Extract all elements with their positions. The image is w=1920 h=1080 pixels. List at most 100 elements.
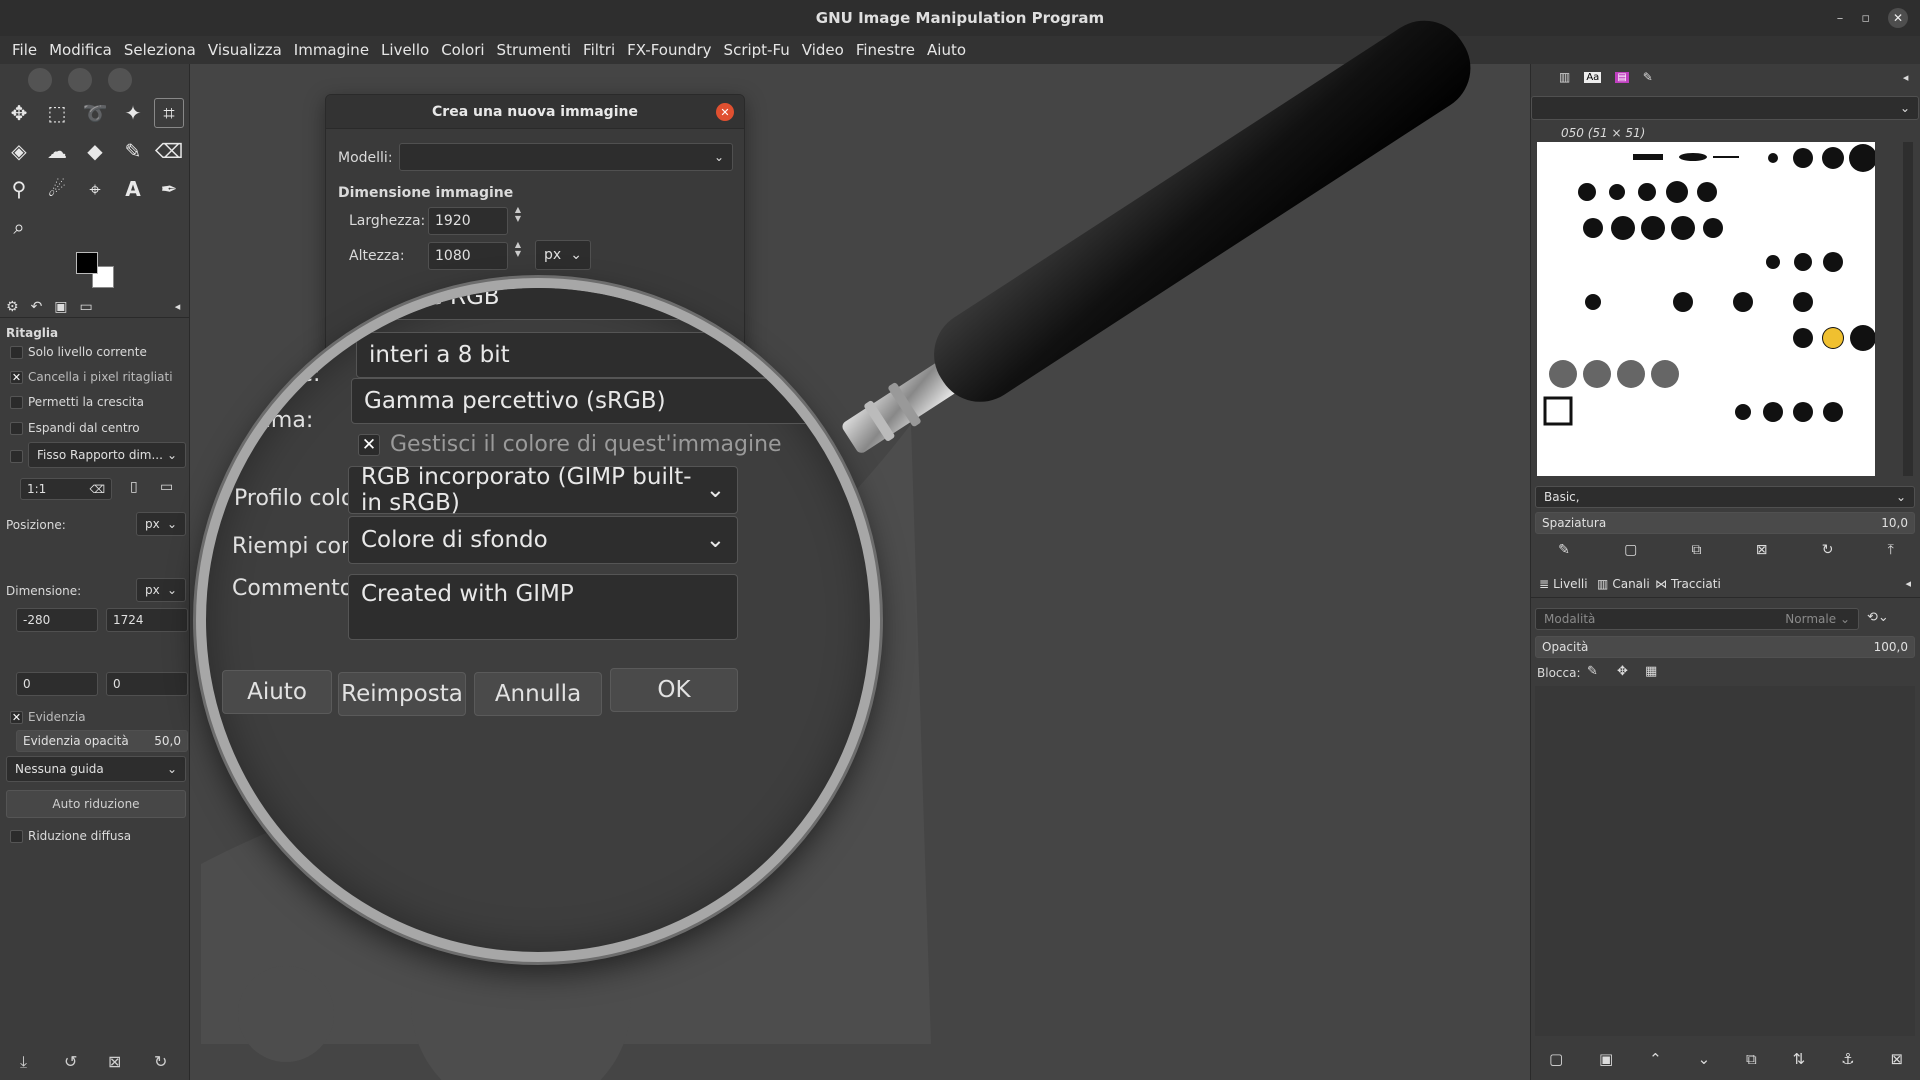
- close-window-button[interactable]: ✕: [1888, 8, 1908, 28]
- duplicate-brush-icon[interactable]: ⧉: [1692, 542, 1702, 564]
- zoom-tool-icon[interactable]: ⌕: [4, 212, 34, 242]
- merge-layer-icon[interactable]: ⇅: [1793, 1050, 1806, 1074]
- gamma-field[interactable]: Gamma percettivo (sRGB): [351, 378, 870, 424]
- width-input[interactable]: 1920: [428, 207, 508, 235]
- brush-grid[interactable]: [1537, 142, 1877, 476]
- tab-layers[interactable]: ≣ Livelli: [1539, 577, 1588, 591]
- only-current-layer-checkbox[interactable]: [10, 346, 23, 359]
- dialog-close-button[interactable]: ✕: [716, 103, 734, 121]
- smudge-tool-icon[interactable]: ☄: [42, 174, 72, 204]
- fill-dropdown[interactable]: Colore di sfondo ⌄: [348, 516, 738, 564]
- brush-scrollbar[interactable]: [1903, 142, 1913, 476]
- highlight-checkbox[interactable]: ✕: [10, 711, 23, 724]
- size-unit-dropdown[interactable]: px ⌄: [136, 578, 186, 602]
- cancel-button[interactable]: Annulla: [474, 672, 602, 716]
- lower-layer-icon[interactable]: ⌄: [1698, 1050, 1711, 1074]
- layers-list[interactable]: [1535, 686, 1915, 1036]
- size-w-field[interactable]: 0: [16, 672, 98, 696]
- new-brush-icon[interactable]: ▢: [1624, 542, 1637, 564]
- restore-options-icon[interactable]: ↺: [64, 1052, 77, 1071]
- layer-opacity-slider[interactable]: Opacità 100,0: [1535, 636, 1915, 658]
- clear-icon[interactable]: ⌫: [89, 483, 105, 496]
- reset-button[interactable]: Reimposta: [338, 672, 466, 716]
- menu-script-fu[interactable]: Script-Fu: [718, 41, 796, 59]
- delete-cropped-checkbox[interactable]: ✕: [10, 371, 23, 384]
- raise-layer-icon[interactable]: ⌃: [1649, 1050, 1662, 1074]
- guides-dropdown[interactable]: Nessuna guida ⌄: [6, 756, 186, 782]
- lock-position-icon[interactable]: ✥: [1617, 664, 1628, 679]
- new-layer-icon[interactable]: ▢: [1549, 1050, 1563, 1074]
- eraser-tool-icon[interactable]: ⌫: [154, 136, 184, 166]
- clone-tool-icon[interactable]: ⚲: [4, 174, 34, 204]
- delete-layer-icon[interactable]: ⊠: [1890, 1050, 1903, 1074]
- tab-channels[interactable]: ▥ Canali: [1597, 577, 1650, 591]
- free-select-tool-icon[interactable]: ➰: [80, 98, 110, 128]
- help-button[interactable]: Aiuto: [222, 670, 332, 714]
- paintbrush-tab-icon[interactable]: ✎: [1643, 70, 1653, 84]
- layer-mode-dropdown[interactable]: Modalità Normale ⌄: [1535, 608, 1859, 630]
- dock-menu-icon[interactable]: ◂: [1905, 577, 1911, 590]
- fixed-ratio-dropdown[interactable]: Fisso Rapporto dim... ⌄: [28, 442, 186, 468]
- open-brush-icon[interactable]: ⤒: [1888, 542, 1894, 564]
- tab-paths[interactable]: ⋈ Tracciati: [1655, 577, 1721, 591]
- profile-dropdown[interactable]: RGB incorporato (GIMP built-in sRGB) ⌄: [348, 464, 738, 516]
- menu-seleziona[interactable]: Seleziona: [118, 41, 202, 59]
- spacing-slider[interactable]: Spaziatura 10,0: [1535, 512, 1915, 534]
- paintbrush-tool-icon[interactable]: ✎: [118, 136, 148, 166]
- fuzzy-select-tool-icon[interactable]: ✦: [118, 98, 148, 128]
- transform-tool-icon[interactable]: ◈: [4, 136, 34, 166]
- delete-brush-icon[interactable]: ⊠: [1756, 542, 1768, 564]
- position-y-field[interactable]: 1724: [106, 608, 188, 632]
- new-layer-group-icon[interactable]: ▣: [1599, 1050, 1613, 1074]
- duplicate-layer-icon[interactable]: ⧉: [1746, 1050, 1757, 1074]
- dock-menu-icon[interactable]: ◂: [1903, 71, 1909, 84]
- lock-alpha-icon[interactable]: ▦: [1645, 664, 1657, 679]
- height-input[interactable]: 1080: [428, 242, 508, 270]
- templates-dropdown[interactable]: ⌄: [399, 143, 733, 171]
- tool-options-tab-icon[interactable]: ⚙: [6, 299, 19, 315]
- dock-menu-icon[interactable]: ◂: [175, 300, 181, 313]
- crop-tool-icon[interactable]: ⌗: [154, 98, 184, 128]
- menu-modifica[interactable]: Modifica: [43, 41, 118, 59]
- portrait-icon[interactable]: ▯: [130, 479, 138, 495]
- highlight-opacity-slider[interactable]: Evidenzia opacità 50,0: [16, 730, 188, 752]
- edit-brush-icon[interactable]: ✎: [1558, 542, 1570, 564]
- fonts-tab-icon[interactable]: Aa: [1584, 71, 1602, 83]
- paths-tool-icon[interactable]: ⌖: [80, 174, 110, 204]
- undo-history-tab-icon[interactable]: ↶: [31, 299, 43, 315]
- menu-file[interactable]: File: [6, 41, 43, 59]
- auto-shrink-button[interactable]: Auto riduzione: [6, 790, 186, 818]
- landscape-icon[interactable]: ▭: [160, 479, 173, 495]
- brushes-tab-icon[interactable]: ▥: [1559, 70, 1570, 84]
- anchor-layer-icon[interactable]: ⚓: [1841, 1050, 1854, 1074]
- fixed-ratio-checkbox[interactable]: [10, 450, 23, 463]
- ratio-input[interactable]: 1:1 ⌫: [20, 478, 112, 500]
- ok-button[interactable]: OK: [610, 668, 738, 712]
- delete-options-icon[interactable]: ⊠: [108, 1052, 121, 1071]
- maximize-button[interactable]: ▫: [1861, 11, 1870, 26]
- position-x-field[interactable]: -280: [16, 608, 98, 632]
- images-tab-icon[interactable]: ▣: [54, 299, 67, 315]
- brush-tag-dropdown[interactable]: Basic, ⌄: [1535, 486, 1915, 508]
- menu-immagine[interactable]: Immagine: [288, 41, 375, 59]
- move-tool-icon[interactable]: ✥: [4, 98, 34, 128]
- device-status-tab-icon[interactable]: ▭: [80, 299, 93, 315]
- layer-mode-reset-icon[interactable]: ⟲⌄: [1867, 610, 1889, 625]
- bucket-fill-tool-icon[interactable]: ◆: [80, 136, 110, 166]
- manage-color-checkbox[interactable]: ✕: [358, 434, 380, 456]
- menu-finestre[interactable]: Finestre: [850, 41, 921, 59]
- menu-aiuto[interactable]: Aiuto: [921, 41, 972, 59]
- expand-center-checkbox[interactable]: [10, 422, 23, 435]
- warp-tool-icon[interactable]: ☁: [42, 136, 72, 166]
- unit-dropdown[interactable]: px ⌄: [535, 240, 591, 270]
- rect-select-tool-icon[interactable]: ⬚: [42, 98, 72, 128]
- comment-textarea[interactable]: Created with GIMP: [348, 574, 738, 640]
- lock-pixels-icon[interactable]: ✎: [1587, 664, 1598, 679]
- menu-visualizza[interactable]: Visualizza: [202, 41, 288, 59]
- foreground-color-swatch[interactable]: [76, 252, 98, 274]
- menu-livello[interactable]: Livello: [375, 41, 435, 59]
- precision-field[interactable]: interi a 8 bit: [356, 332, 856, 378]
- width-spinner[interactable]: ▲ ▼: [512, 205, 524, 223]
- save-options-icon[interactable]: ⤓: [20, 1052, 27, 1072]
- minimize-button[interactable]: –: [1837, 11, 1844, 26]
